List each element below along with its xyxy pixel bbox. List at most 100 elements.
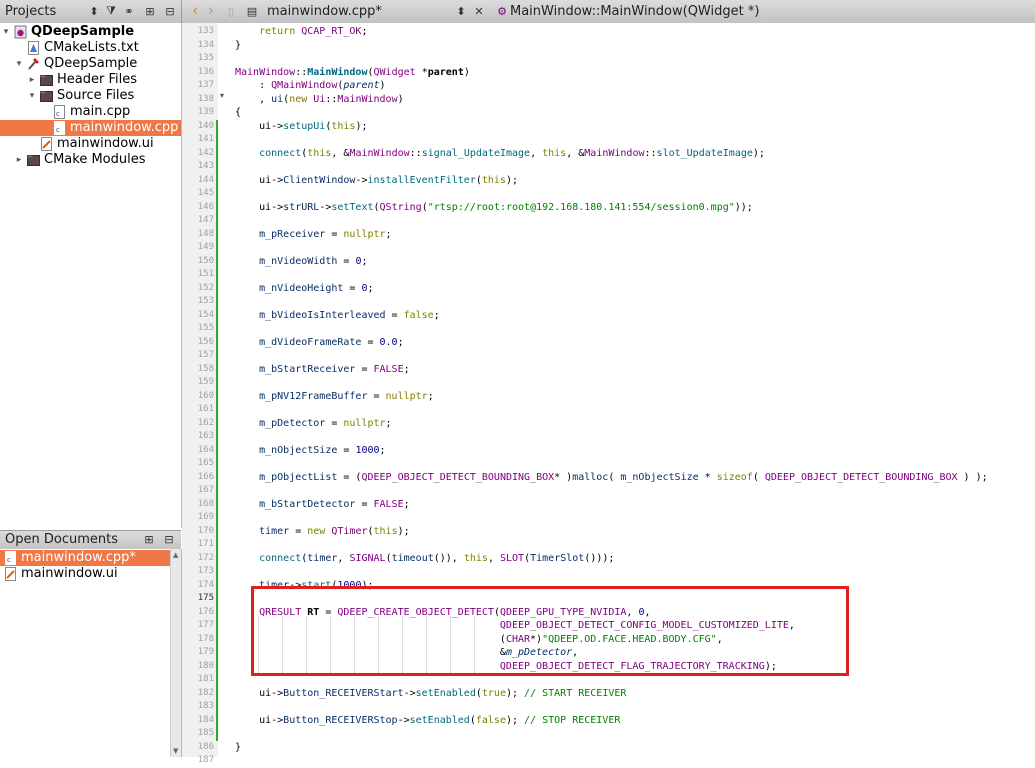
line-number: 142	[197, 147, 214, 158]
line-number: 161	[197, 404, 214, 414]
fold-margin: ▾	[218, 23, 230, 757]
tree-item-mainwindow-ui[interactable]: mainwindow.ui	[0, 136, 181, 152]
code-line: timer = new QTimer(this);	[259, 525, 410, 537]
line-number: 162	[197, 417, 214, 428]
highlight-annotation-box	[251, 586, 849, 676]
scroll-up-icon[interactable]: ▲	[173, 551, 178, 559]
tree-item-label: Header Files	[57, 72, 137, 87]
line-number: 166	[197, 471, 214, 482]
file-switch-icon[interactable]: ⬍	[454, 4, 468, 18]
code-line: m_pObjectList = (QDEEP_OBJECT_DETECT_BOU…	[259, 471, 988, 483]
line-number: 163	[197, 431, 214, 441]
tree-item-qdeepsample[interactable]: ▾ QDeepSample	[0, 56, 181, 72]
line-number: 148	[197, 228, 214, 239]
folder-icon	[40, 73, 53, 87]
svg-text:c: c	[56, 110, 60, 118]
expand-arrow-icon[interactable]: ▾	[14, 56, 24, 72]
line-number: 185	[197, 728, 214, 738]
line-number: 146	[197, 201, 214, 212]
open-document-mainwindow-cpp[interactable]: c mainwindow.cpp*	[0, 550, 170, 566]
open-documents-header: Open Documents ⊞ ⊟	[0, 530, 181, 550]
filter-icon[interactable]: ⧩	[104, 4, 118, 18]
line-number: 171	[197, 539, 214, 549]
line-number: 149	[197, 242, 214, 252]
open-document-label: mainwindow.ui	[21, 566, 118, 581]
back-arrow-icon[interactable]: ‹	[188, 3, 202, 19]
line-number: 155	[197, 323, 214, 333]
file-tab[interactable]: mainwindow.cpp*	[267, 4, 382, 19]
line-number: 156	[197, 336, 214, 347]
line-number: 180	[197, 660, 214, 671]
close-panel-icon[interactable]: ⊟	[162, 532, 176, 546]
code-line: m_nObjectSize = 1000;	[259, 444, 386, 456]
open-documents-scrollbar[interactable]: ▲ ▼	[170, 549, 182, 757]
forward-arrow-icon[interactable]: ›	[204, 3, 218, 19]
code-line: return QCAP_RT_OK;	[259, 26, 368, 37]
tree-item-label: main.cpp	[70, 104, 131, 119]
line-number: 175	[197, 593, 214, 603]
editor-toolbar: ‹ › ▯ ▤ mainwindow.cpp* ⬍ ✕ ⚙ MainWindow…	[182, 0, 1035, 24]
code-line: m_pReceiver = nullptr;	[259, 228, 392, 240]
line-number: 136	[197, 66, 214, 77]
line-number: 173	[197, 566, 214, 576]
code-line: ui->Button_RECEIVERStop->setEnabled(fals…	[235, 714, 621, 726]
line-number: 170	[197, 525, 214, 536]
collapse-arrow-icon[interactable]: ▸	[27, 72, 37, 88]
code-line: connect(this, &MainWindow::signal_Update…	[259, 147, 765, 159]
code-line: m_bStartReceiver = FALSE;	[259, 363, 410, 375]
tree-item-header-files[interactable]: ▸ Header Files	[0, 72, 181, 88]
expand-arrow-icon[interactable]: ▾	[27, 88, 37, 104]
code-line: , ui(new Ui::MainWindow)	[235, 93, 404, 105]
tree-item-cmakelists-txt[interactable]: CMakeLists.txt	[0, 40, 181, 56]
expand-arrow-icon[interactable]: ▾	[1, 24, 11, 40]
line-number: 139	[197, 107, 214, 117]
code-line: ui->strURL->setText(QString("rtsp://root…	[235, 201, 753, 213]
collapse-arrow-icon[interactable]: ▸	[14, 152, 24, 168]
line-number: 184	[197, 714, 214, 725]
close-file-icon[interactable]: ✕	[472, 4, 486, 18]
tree-item-source-files[interactable]: ▾ Source Files	[0, 88, 181, 104]
line-number: 152	[197, 282, 214, 293]
link-icon[interactable]: ⚭	[122, 4, 136, 18]
line-number: 138	[197, 93, 214, 104]
lock-icon: ▯	[227, 4, 235, 18]
tree-item-main-cpp[interactable]: c main.cpp	[0, 104, 181, 120]
svg-text:c: c	[7, 556, 11, 564]
tree-item-mainwindow-cpp[interactable]: c mainwindow.cpp	[0, 120, 181, 136]
tree-item-cmake-modules[interactable]: ▸ CMake Modules	[0, 152, 181, 168]
code-line: m_bStartDetector = FALSE;	[259, 498, 410, 510]
split-icon[interactable]: ⊞	[142, 532, 156, 546]
code-line: }	[235, 39, 242, 51]
code-line: ui->Button_RECEIVERStart->setEnabled(tru…	[235, 687, 627, 699]
line-number: 177	[197, 620, 214, 630]
line-number: 150	[197, 255, 214, 266]
cpp-file-icon: c	[53, 105, 66, 119]
close-panel-icon[interactable]: ⊟	[163, 4, 177, 18]
function-crumb[interactable]: MainWindow::MainWindow(QWidget *)	[510, 4, 759, 19]
line-number: 147	[197, 215, 214, 225]
code-line: m_dVideoFrameRate = 0.0;	[259, 336, 404, 348]
code-line: : QMainWindow(parent)	[235, 80, 386, 91]
tree-item-label: QDeepSample	[31, 24, 135, 39]
build-target-icon	[27, 57, 40, 71]
line-number-gutter: 133 134 135 136 137 138 139 140 141 142 143 144 145 1…	[182, 23, 218, 765]
open-document-label: mainwindow.cpp*	[21, 550, 136, 565]
code-line: {	[235, 107, 242, 118]
panel-switch-icon[interactable]: ⬍	[87, 4, 101, 18]
fold-arrow-icon[interactable]: ▾	[220, 91, 224, 100]
tree-item-qdeepsample[interactable]: ▾ QDeepSample	[0, 24, 181, 40]
line-number: 151	[197, 269, 214, 279]
line-number: 174	[197, 579, 214, 590]
line-number: 133	[197, 26, 214, 36]
code-line: m_pNV12FrameBuffer = nullptr;	[259, 390, 434, 402]
tree-item-label: CMake Modules	[44, 152, 146, 167]
folder-icon	[40, 89, 53, 103]
line-number: 169	[197, 512, 214, 522]
open-document-mainwindow-ui[interactable]: mainwindow.ui	[0, 566, 170, 582]
code-line: MainWindow::MainWindow(QWidget *parent)	[235, 66, 470, 78]
scroll-down-icon[interactable]: ▼	[173, 747, 178, 755]
line-number: 157	[197, 350, 214, 360]
line-number: 154	[197, 309, 214, 320]
line-number: 168	[197, 498, 214, 509]
split-icon[interactable]: ⊞	[143, 4, 157, 18]
